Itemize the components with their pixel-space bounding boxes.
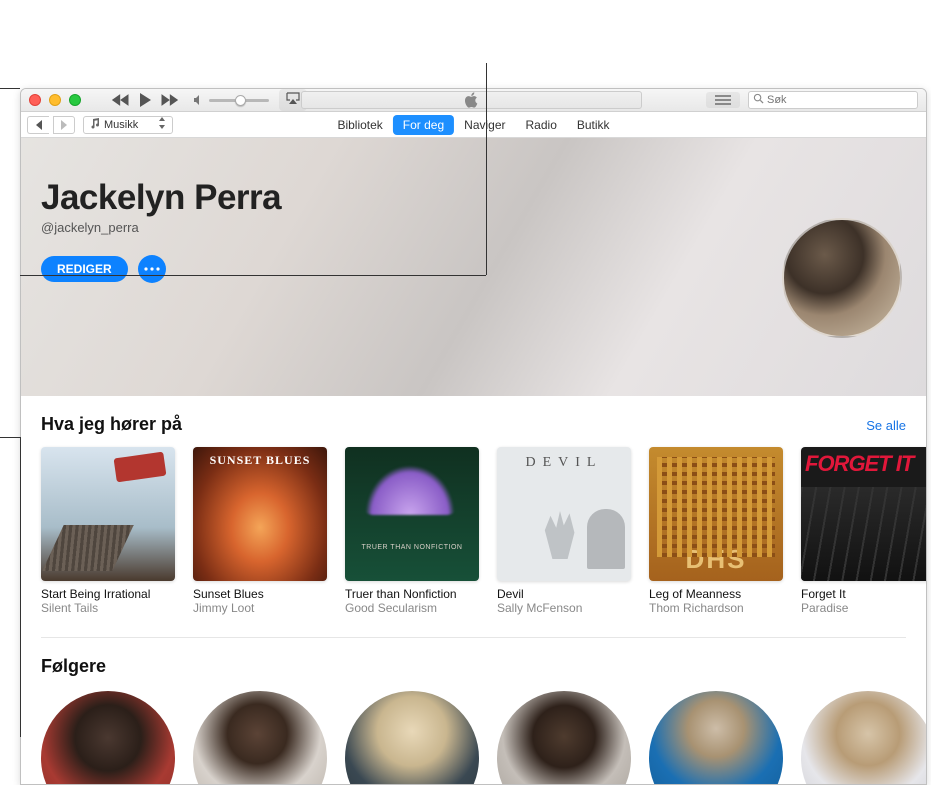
profile-header: Jackelyn Perra @jackelyn_perra REDIGER xyxy=(21,138,926,396)
profile-handle: @jackelyn_perra xyxy=(41,220,906,235)
album-title: Forget It xyxy=(801,587,926,601)
navbar: Musikk Bibliotek For deg Naviger Radio B… xyxy=(21,112,926,138)
follower-avatar[interactable] xyxy=(801,691,927,785)
album-title: Start Being Irrational xyxy=(41,587,175,601)
followers-row xyxy=(41,691,906,785)
album-card[interactable]: Sunset Blues Jimmy Loot xyxy=(193,447,327,615)
search-input[interactable] xyxy=(767,94,913,106)
album-title: Truer than Nonfiction xyxy=(345,587,479,601)
ellipsis-icon xyxy=(144,267,160,271)
see-all-link[interactable]: Se alle xyxy=(866,418,906,433)
album-title: Sunset Blues xyxy=(193,587,327,601)
album-card[interactable]: PA Forget It Paradise xyxy=(801,447,926,615)
media-type-selector[interactable]: Musikk xyxy=(83,116,173,134)
followers-section: Følgere xyxy=(21,638,926,785)
volume-icon xyxy=(193,94,205,106)
tab-store[interactable]: Butikk xyxy=(567,115,620,135)
follower-avatar[interactable] xyxy=(345,691,479,785)
profile-name: Jackelyn Perra xyxy=(41,178,906,218)
album-artist: Paradise xyxy=(801,601,926,615)
album-card[interactable]: Truer than Nonfiction Good Secularism xyxy=(345,447,479,615)
tab-for-you[interactable]: For deg xyxy=(393,115,454,135)
listening-title: Hva jeg hører på xyxy=(41,414,182,435)
up-next-button[interactable] xyxy=(706,92,740,108)
listening-section-header: Hva jeg hører på Se alle xyxy=(21,414,926,435)
album-art xyxy=(497,447,631,581)
album-row: Start Being Irrational Silent Tails Suns… xyxy=(21,435,926,637)
more-options-button[interactable] xyxy=(138,255,166,283)
tab-library[interactable]: Bibliotek xyxy=(327,115,392,135)
tab-radio[interactable]: Radio xyxy=(516,115,567,135)
follower-avatar[interactable] xyxy=(193,691,327,785)
search-field[interactable] xyxy=(748,91,918,109)
album-art xyxy=(345,447,479,581)
album-art xyxy=(41,447,175,581)
album-art xyxy=(193,447,327,581)
follower-avatar[interactable] xyxy=(497,691,631,785)
content-area: Hva jeg hører på Se alle Start Being Irr… xyxy=(21,396,926,785)
previous-track-button[interactable] xyxy=(111,93,131,107)
followers-title: Følgere xyxy=(41,656,906,677)
window-close-button[interactable] xyxy=(29,94,41,106)
nav-back-button[interactable] xyxy=(27,116,49,134)
follower-avatar[interactable] xyxy=(649,691,783,785)
album-art xyxy=(649,447,783,581)
album-card[interactable]: Start Being Irrational Silent Tails xyxy=(41,447,175,615)
profile-avatar[interactable] xyxy=(782,218,902,338)
media-type-label: Musikk xyxy=(104,119,138,131)
album-artist: Silent Tails xyxy=(41,601,175,615)
album-artist: Good Secularism xyxy=(345,601,479,615)
next-track-button[interactable] xyxy=(159,93,179,107)
album-title: Leg of Meanness xyxy=(649,587,783,601)
titlebar xyxy=(21,89,926,112)
playback-controls xyxy=(111,92,179,108)
music-note-icon xyxy=(90,118,100,132)
play-button[interactable] xyxy=(137,92,153,108)
app-window: Musikk Bibliotek For deg Naviger Radio B… xyxy=(20,88,927,785)
follower-avatar[interactable] xyxy=(41,691,175,785)
chevron-updown-icon xyxy=(142,117,166,132)
window-minimize-button[interactable] xyxy=(49,94,61,106)
search-icon xyxy=(753,91,764,109)
tab-browse[interactable]: Naviger xyxy=(454,115,515,135)
album-artist: Thom Richardson xyxy=(649,601,783,615)
apple-logo-icon xyxy=(464,92,480,108)
album-card[interactable]: Leg of Meanness Thom Richardson xyxy=(649,447,783,615)
volume-knob[interactable] xyxy=(235,95,246,106)
volume-slider[interactable] xyxy=(209,99,269,102)
album-title: Devil xyxy=(497,587,631,601)
window-maximize-button[interactable] xyxy=(69,94,81,106)
album-artist: Jimmy Loot xyxy=(193,601,327,615)
profile-actions: REDIGER xyxy=(41,255,906,283)
album-artist: Sally McFenson xyxy=(497,601,631,615)
main-tabs: Bibliotek For deg Naviger Radio Butikk xyxy=(327,115,619,135)
album-art: PA xyxy=(801,447,926,581)
nav-forward-button[interactable] xyxy=(53,116,75,134)
now-playing-lcd xyxy=(301,91,642,109)
traffic-lights xyxy=(29,94,81,106)
volume-control[interactable] xyxy=(193,94,269,106)
album-card[interactable]: Devil Sally McFenson xyxy=(497,447,631,615)
edit-profile-button[interactable]: REDIGER xyxy=(41,256,128,282)
